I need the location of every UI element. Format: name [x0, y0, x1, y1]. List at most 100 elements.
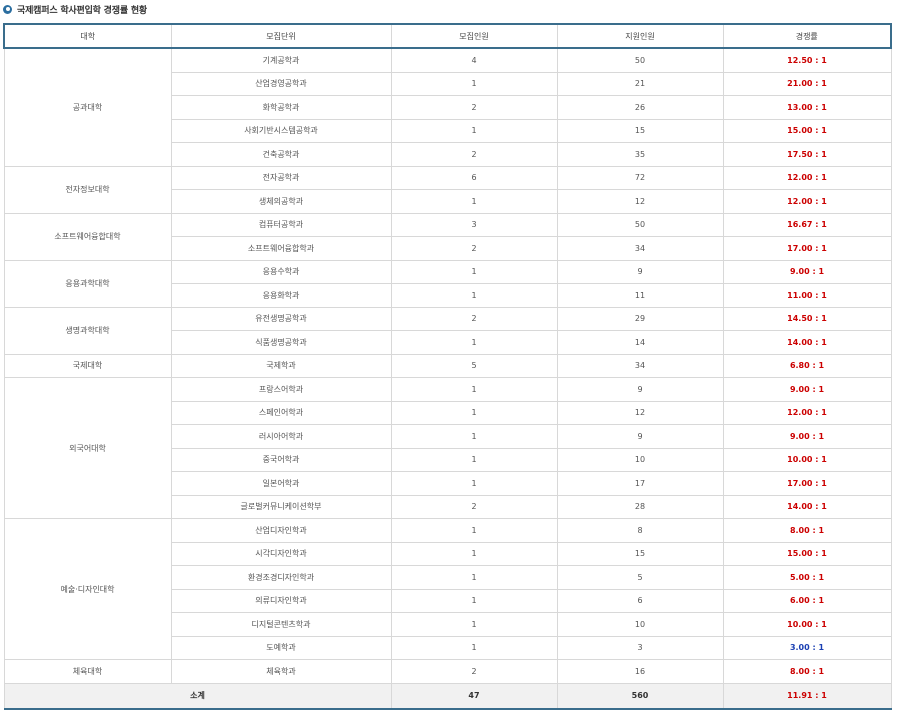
rate-cell: 12.00 : 1	[722, 189, 892, 214]
applicants-cell: 12	[556, 189, 724, 214]
quota-cell: 1	[390, 541, 558, 566]
quota-cell: 5	[390, 353, 558, 378]
rate-cell: 3.00 : 1	[722, 635, 892, 660]
applicants-cell: 12	[556, 400, 724, 425]
department-cell: 도예학과	[170, 635, 392, 660]
quota-cell: 4	[390, 47, 558, 73]
total-row: 소계 47 560 11.91 : 1	[3, 682, 892, 710]
department-cell: 환경조경디자인학과	[170, 565, 392, 590]
department-cell: 디지털콘텐츠학과	[170, 612, 392, 637]
quota-cell: 1	[390, 447, 558, 472]
college-cell: 체육대학	[3, 659, 172, 684]
department-cell: 체육학과	[170, 659, 392, 684]
quota-cell: 2	[390, 142, 558, 167]
applicants-cell: 11	[556, 283, 724, 308]
table-row: 국제대학 국제학과 5 34 6.80 : 1	[3, 353, 892, 378]
department-cell: 러시아어학과	[170, 424, 392, 449]
bullet-icon	[3, 4, 12, 14]
applicants-cell: 8	[556, 518, 724, 543]
college-cell: 소프트웨어융합대학	[3, 212, 172, 261]
table-body: 공과대학 기계공학과 4 50 12.50 : 1 산업경영공학과 1 21 21.00 : 1…	[3, 47, 892, 710]
rate-cell: 13.00 : 1	[722, 95, 892, 120]
applicants-cell: 21	[556, 71, 724, 96]
rate-cell: 8.00 : 1	[722, 518, 892, 543]
department-cell: 국제학과	[170, 353, 392, 378]
department-cell: 화학공학과	[170, 95, 392, 120]
quota-cell: 1	[390, 424, 558, 449]
department-cell: 컴퓨터공학과	[170, 212, 392, 237]
quota-cell: 1	[390, 588, 558, 613]
department-cell: 기계공학과	[170, 47, 392, 73]
applicants-cell: 72	[556, 165, 724, 190]
applicants-cell: 15	[556, 118, 724, 143]
rate-cell: 17.50 : 1	[722, 142, 892, 167]
applicants-cell: 14	[556, 330, 724, 355]
quota-cell: 1	[390, 330, 558, 355]
applicants-cell: 3	[556, 635, 724, 660]
department-cell: 유전생명공학과	[170, 306, 392, 331]
quota-cell: 6	[390, 165, 558, 190]
rate-cell: 16.67 : 1	[722, 212, 892, 237]
rate-cell: 9.00 : 1	[722, 424, 892, 449]
table-row: 체육대학 체육학과 2 16 8.00 : 1	[3, 659, 892, 684]
college-cell: 생명과학대학	[3, 306, 172, 355]
applicants-cell: 10	[556, 612, 724, 637]
applicants-cell: 50	[556, 47, 724, 73]
applicants-cell: 16	[556, 659, 724, 684]
quota-cell: 1	[390, 400, 558, 425]
rate-cell: 14.00 : 1	[722, 494, 892, 519]
rate-cell: 15.00 : 1	[722, 541, 892, 566]
quota-cell: 2	[390, 95, 558, 120]
college-cell: 국제대학	[3, 353, 172, 378]
table-row: 응용과학대학 응용수학과 1 9 9.00 : 1	[3, 259, 892, 308]
quota-cell: 2	[390, 659, 558, 684]
applicants-cell: 34	[556, 353, 724, 378]
header-rate: 경쟁률	[722, 23, 892, 49]
total-applicants: 560	[556, 682, 724, 710]
college-cell: 공과대학	[3, 47, 172, 167]
department-cell: 식품생명공학과	[170, 330, 392, 355]
applicants-cell: 10	[556, 447, 724, 472]
applicants-cell: 35	[556, 142, 724, 167]
applicants-cell: 9	[556, 259, 724, 284]
header-row: 대학 모집단위 모집인원 지원인원 경쟁률	[3, 23, 892, 49]
rate-cell: 10.00 : 1	[722, 612, 892, 637]
header-college: 대학	[3, 23, 172, 49]
header-applicants: 지원인원	[556, 23, 724, 49]
department-cell: 산업경영공학과	[170, 71, 392, 96]
applicants-cell: 5	[556, 565, 724, 590]
department-cell: 중국어학과	[170, 447, 392, 472]
department-cell: 의류디자인학과	[170, 588, 392, 613]
applicants-cell: 26	[556, 95, 724, 120]
college-cell: 외국어대학	[3, 377, 172, 519]
department-cell: 시각디자인학과	[170, 541, 392, 566]
college-cell: 전자정보대학	[3, 165, 172, 214]
table-row: 생명과학대학 유전생명공학과 2 29 14.50 : 1	[3, 306, 892, 355]
applicants-cell: 50	[556, 212, 724, 237]
department-cell: 스페인어학과	[170, 400, 392, 425]
rate-cell: 12.00 : 1	[722, 165, 892, 190]
title-text: 국제캠퍼스 학사편입학 경쟁률 현황	[17, 5, 148, 16]
section-title: 국제캠퍼스 학사편입학 경쟁률 현황	[0, 0, 897, 18]
rate-cell: 14.00 : 1	[722, 330, 892, 355]
quota-cell: 1	[390, 283, 558, 308]
table-row: 공과대학 기계공학과 4 50 12.50 : 1	[3, 47, 892, 167]
department-cell: 글로벌커뮤니케이션학부	[170, 494, 392, 519]
rate-cell: 6.00 : 1	[722, 588, 892, 613]
quota-cell: 1	[390, 471, 558, 496]
department-cell: 생체의공학과	[170, 189, 392, 214]
rate-cell: 9.00 : 1	[722, 377, 892, 402]
department-cell: 일본어학과	[170, 471, 392, 496]
total-label: 소계	[3, 682, 392, 710]
rate-cell: 5.00 : 1	[722, 565, 892, 590]
applicants-cell: 34	[556, 236, 724, 261]
rate-cell: 12.50 : 1	[722, 47, 892, 73]
rate-cell: 8.00 : 1	[722, 659, 892, 684]
rate-cell: 14.50 : 1	[722, 306, 892, 331]
competition-table: 대학 모집단위 모집인원 지원인원 경쟁률 공과대학 기계공학과 4 50 12.50 …	[3, 23, 892, 710]
applicants-cell: 6	[556, 588, 724, 613]
table-row: 소프트웨어융합대학 컴퓨터공학과 3 50 16.67 : 1	[3, 212, 892, 261]
rate-cell: 17.00 : 1	[722, 236, 892, 261]
applicants-cell: 9	[556, 424, 724, 449]
quota-cell: 1	[390, 71, 558, 96]
